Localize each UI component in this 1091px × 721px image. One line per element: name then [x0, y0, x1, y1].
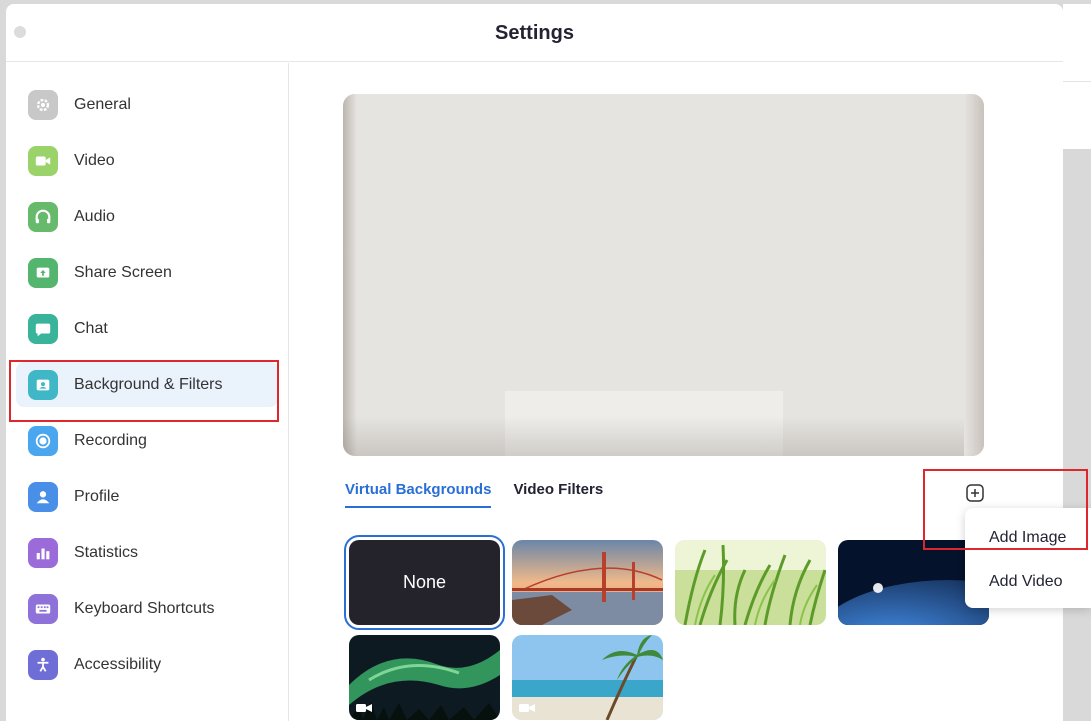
- background-thumb-northern-lights[interactable]: [349, 635, 500, 720]
- plus-square-icon: [966, 484, 984, 502]
- sidebar-item-general[interactable]: General: [16, 82, 278, 127]
- background-filters-panel: Virtual Backgrounds Video Filters None: [290, 63, 1063, 721]
- share-screen-icon: [28, 257, 58, 288]
- sidebar-item-video[interactable]: Video: [16, 138, 278, 183]
- camera-preview: [343, 94, 984, 456]
- menu-item-add-video[interactable]: Add Video: [965, 560, 1091, 604]
- add-background-button[interactable]: [964, 482, 986, 504]
- background-tabs: Virtual Backgrounds Video Filters: [345, 481, 603, 508]
- sidebar-item-label: Chat: [74, 319, 108, 337]
- sidebar-item-chat[interactable]: Chat: [16, 306, 278, 351]
- chat-bubble-icon: [28, 313, 58, 344]
- sidebar-item-recording[interactable]: Recording: [16, 418, 278, 463]
- menu-item-add-image[interactable]: Add Image: [965, 516, 1091, 560]
- video-camera-icon: [28, 145, 58, 176]
- sidebar-item-statistics[interactable]: Statistics: [16, 530, 278, 575]
- record-icon: [28, 425, 58, 456]
- sidebar-item-audio[interactable]: Audio: [16, 194, 278, 239]
- accessibility-icon: [28, 649, 58, 680]
- sidebar-item-label: Video: [74, 151, 115, 169]
- portrait-icon: [28, 369, 58, 400]
- background-thumb-label: None: [402, 572, 447, 592]
- gear-icon: [28, 89, 58, 120]
- background-window-edge: [1063, 4, 1091, 150]
- sidebar-item-label: Audio: [74, 207, 115, 225]
- sidebar-item-profile[interactable]: Profile: [16, 474, 278, 519]
- video-camera-icon: [519, 704, 535, 712]
- sidebar: General Video Audio Share Screen Chat Ba…: [6, 63, 289, 721]
- sidebar-item-share-screen[interactable]: Share Screen: [16, 250, 278, 295]
- settings-window: Settings General Video Audio Share Scree…: [6, 4, 1063, 721]
- window-title: Settings: [495, 22, 574, 44]
- sidebar-item-label: Statistics: [74, 543, 139, 561]
- sidebar-item-keyboard-shortcuts[interactable]: Keyboard Shortcuts: [16, 586, 278, 631]
- bar-chart-icon: [28, 537, 58, 568]
- sidebar-item-label: Recording: [74, 431, 147, 449]
- sidebar-item-label: Accessibility: [74, 655, 162, 673]
- keyboard-icon: [28, 593, 58, 624]
- sidebar-item-background-filters[interactable]: Background & Filters: [16, 362, 278, 407]
- background-thumb-none[interactable]: None: [344, 535, 505, 630]
- tab-video-filters[interactable]: Video Filters: [513, 481, 603, 508]
- video-camera-icon: [356, 704, 372, 712]
- tab-virtual-backgrounds[interactable]: Virtual Backgrounds: [345, 481, 492, 508]
- headphones-icon: [28, 201, 58, 232]
- sidebar-item-label: Background & Filters: [74, 375, 223, 393]
- background-thumb-grass[interactable]: [675, 540, 826, 625]
- add-background-menu: Add Image Add Video: [965, 508, 1091, 608]
- sidebar-item-label: Profile: [74, 487, 120, 505]
- sidebar-item-label: Share Screen: [74, 263, 172, 281]
- sidebar-item-label: General: [74, 95, 131, 113]
- person-icon: [28, 481, 58, 512]
- sidebar-item-accessibility[interactable]: Accessibility: [16, 642, 278, 687]
- background-thumb-golden-gate[interactable]: [512, 540, 663, 625]
- title-bar: Settings: [6, 4, 1063, 62]
- sidebar-item-label: Keyboard Shortcuts: [74, 599, 215, 617]
- background-thumb-beach[interactable]: [512, 635, 663, 720]
